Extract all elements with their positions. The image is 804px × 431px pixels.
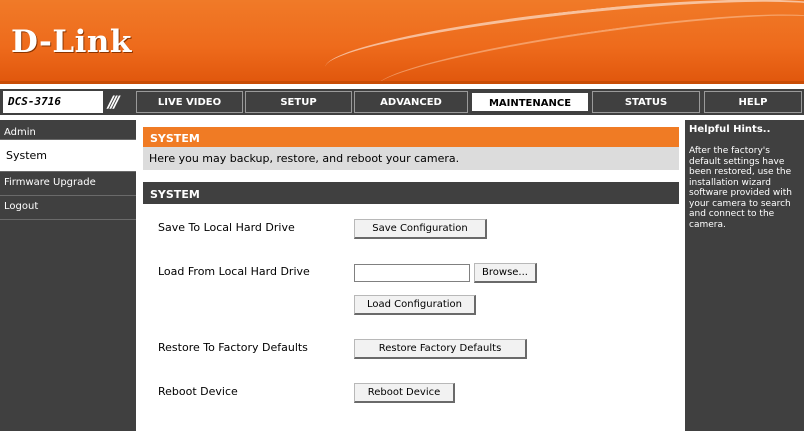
header-underline xyxy=(0,81,804,84)
restore-label: Restore To Factory Defaults xyxy=(158,341,308,354)
model-slashes: /// xyxy=(108,92,119,111)
tab-advanced[interactable]: ADVANCED xyxy=(354,91,468,113)
reboot-device-button[interactable]: Reboot Device xyxy=(354,383,455,403)
tab-live-video[interactable]: LIVE VIDEO xyxy=(136,91,243,113)
tab-maintenance[interactable]: MAINTENANCE xyxy=(470,91,590,113)
save-label: Save To Local Hard Drive xyxy=(158,221,295,234)
sidebar-item-admin[interactable]: Admin xyxy=(0,120,136,140)
model-label: DCS-3716 xyxy=(3,91,103,113)
sidebar-item-logout[interactable]: Logout xyxy=(0,196,136,220)
tab-status[interactable]: STATUS xyxy=(592,91,700,113)
sidebar-item-system[interactable]: System xyxy=(0,140,136,172)
helpful-hints-panel: Helpful Hints.. After the factory's defa… xyxy=(685,120,804,431)
hints-title: Helpful Hints.. xyxy=(689,124,771,135)
sidebar: Admin System Firmware Upgrade Logout xyxy=(0,120,136,431)
restore-factory-defaults-button[interactable]: Restore Factory Defaults xyxy=(354,339,527,359)
load-label: Load From Local Hard Drive xyxy=(158,265,310,278)
page-description: Here you may backup, restore, and reboot… xyxy=(143,147,679,170)
tab-setup[interactable]: SETUP xyxy=(245,91,352,113)
section-title: SYSTEM xyxy=(143,182,679,204)
sidebar-item-firmware-upgrade[interactable]: Firmware Upgrade xyxy=(0,172,136,196)
dlink-logo: D-Link xyxy=(11,24,132,60)
config-file-input[interactable] xyxy=(354,264,470,282)
main-content: SYSTEM Here you may backup, restore, and… xyxy=(143,127,679,431)
header-banner: D-Link xyxy=(0,0,804,84)
load-configuration-button[interactable]: Load Configuration xyxy=(354,295,476,315)
reboot-label: Reboot Device xyxy=(158,385,238,398)
page-title: SYSTEM xyxy=(143,127,679,147)
browse-button[interactable]: Browse... xyxy=(474,263,537,283)
hints-text: After the factory's default settings hav… xyxy=(689,146,792,230)
top-nav-bar: DCS-3716 /// LIVE VIDEO SETUP ADVANCED M… xyxy=(0,89,804,115)
save-configuration-button[interactable]: Save Configuration xyxy=(354,219,487,239)
tab-help[interactable]: HELP xyxy=(704,91,802,113)
